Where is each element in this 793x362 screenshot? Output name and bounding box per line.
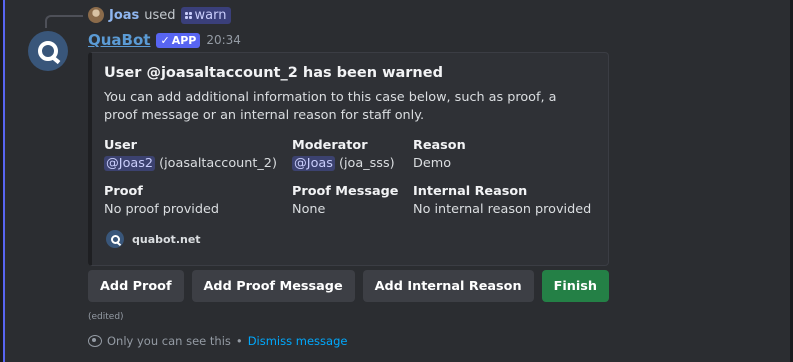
ephemeral-text: Only you can see this [107, 334, 231, 348]
edited-label: (edited) [88, 312, 124, 322]
add-proof-button[interactable]: Add Proof [88, 270, 184, 302]
moderator-mention[interactable]: @Joas [292, 156, 335, 171]
reply-user-avatar[interactable] [88, 7, 104, 23]
embed-footer: quabot.net [106, 230, 201, 248]
app-badge-label: APP [171, 33, 197, 47]
command-icon [184, 11, 192, 19]
warn-embed: User @joasaltaccount_2 has been warned Y… [88, 52, 609, 266]
reply-used-text: used [144, 7, 176, 23]
moderator-username: (joa_sss) [334, 156, 395, 171]
field-proof-message-value: None [292, 202, 326, 217]
footer-text: quabot.net [132, 232, 201, 246]
field-moderator-value: @Joas (joa_sss) [292, 156, 395, 171]
field-internal-reason: Internal Reason No internal reason provi… [413, 184, 591, 217]
checkmark-icon: ✓ [160, 33, 170, 47]
reply-connector [45, 15, 83, 28]
field-internal-reason-value: No internal reason provided [413, 202, 592, 217]
field-reason-value: Demo [413, 156, 452, 171]
field-proof-message-name: Proof Message [292, 184, 399, 199]
reply-context[interactable]: Joas used warn [88, 6, 231, 24]
user-username: (joasaltaccount_2) [155, 156, 277, 171]
field-proof-name: Proof [104, 184, 143, 199]
embed-description: You can add additional information to th… [104, 90, 557, 123]
field-user-name: User [104, 138, 137, 153]
slash-command-pill[interactable]: warn [180, 6, 231, 24]
eye-icon [88, 335, 102, 347]
user-mention[interactable]: @Joas2 [104, 156, 156, 171]
field-moderator: Moderator @Joas (joa_sss) [292, 138, 395, 171]
ephemeral-notice: Only you can see this • Dismiss message [88, 334, 347, 348]
message-header: QuaBot ✓ APP 20:34 [88, 30, 241, 50]
field-user-value: @Joas2 (joasaltaccount_2) [104, 156, 277, 171]
action-row: Add Proof Add Proof Message Add Internal… [88, 270, 609, 302]
field-reason: Reason Demo [413, 138, 466, 171]
add-proof-message-button[interactable]: Add Proof Message [191, 270, 355, 302]
field-proof: Proof No proof provided [104, 184, 219, 217]
field-internal-reason-name: Internal Reason [413, 184, 528, 199]
finish-button[interactable]: Finish [541, 270, 609, 302]
field-reason-name: Reason [413, 138, 466, 153]
timestamp[interactable]: 20:34 [206, 33, 241, 47]
field-user: User @Joas2 (joasaltaccount_2) [104, 138, 277, 171]
reply-user-name[interactable]: Joas [109, 8, 139, 23]
quabot-logo-icon [110, 234, 120, 244]
quabot-logo-icon [38, 41, 58, 61]
app-badge: ✓ APP [156, 32, 201, 48]
field-proof-value: No proof provided [104, 202, 219, 217]
footer-logo-icon [106, 230, 124, 248]
bot-name[interactable]: QuaBot [88, 31, 150, 49]
embed-title: User @joasaltaccount_2 has been warned [104, 65, 443, 81]
bot-avatar[interactable] [28, 31, 68, 71]
separator-dot: • [235, 334, 243, 348]
dismiss-message-link[interactable]: Dismiss message [248, 334, 348, 348]
field-moderator-name: Moderator [292, 138, 368, 153]
command-name: warn [194, 7, 227, 23]
add-internal-reason-button[interactable]: Add Internal Reason [362, 270, 534, 302]
field-proof-message: Proof Message None [292, 184, 398, 217]
